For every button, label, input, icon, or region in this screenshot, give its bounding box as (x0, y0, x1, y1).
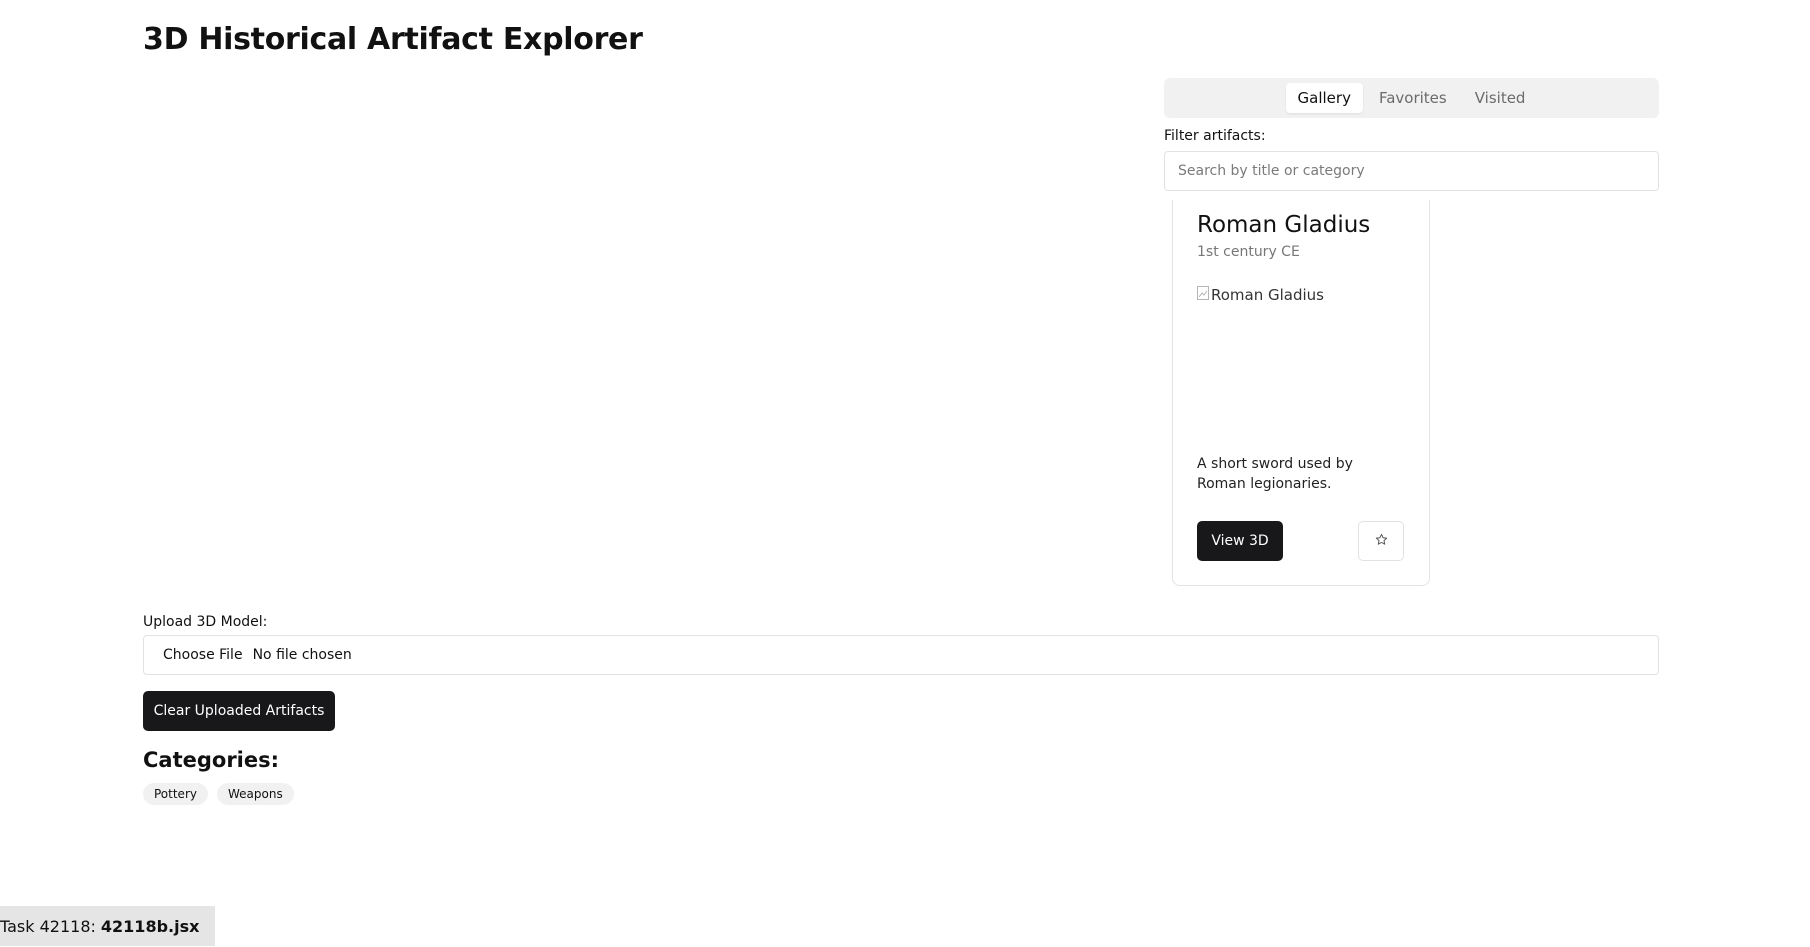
favorite-button[interactable] (1358, 521, 1404, 561)
task-filename: 42118b.jsx (100, 916, 200, 936)
category-list: Pottery Weapons (143, 783, 294, 805)
view-3d-button[interactable]: View 3D (1197, 521, 1283, 561)
upload-label: Upload 3D Model: (143, 614, 268, 630)
star-outline-icon (1375, 533, 1388, 549)
tab-gallery[interactable]: Gallery (1285, 83, 1363, 113)
file-upload-input[interactable]: Choose File No file chosen (143, 635, 1659, 675)
artifact-image: Roman Gladius (1197, 286, 1407, 436)
artifact-title: Roman Gladius (1197, 212, 1371, 238)
artifact-date: 1st century CE (1197, 244, 1300, 260)
task-label: Task 42118: (0, 916, 96, 936)
artifact-card: Roman Gladius 1st century CE Roman Gladi… (1172, 200, 1430, 586)
task-badge: Task 42118: 42118b.jsx (0, 906, 216, 946)
file-status: No file chosen (252, 647, 352, 663)
broken-image-icon (1197, 286, 1209, 300)
filter-label: Filter artifacts: (1164, 128, 1266, 144)
tab-visited[interactable]: Visited (1463, 83, 1538, 113)
artifact-description: A short sword used by Roman legionaries. (1197, 456, 1353, 492)
category-chip-weapons[interactable]: Weapons (216, 783, 294, 805)
filter-input[interactable] (1164, 151, 1659, 191)
tab-favorites[interactable]: Favorites (1367, 83, 1459, 113)
category-chip-pottery[interactable]: Pottery (143, 783, 208, 805)
page-title: 3D Historical Artifact Explorer (143, 22, 643, 57)
clear-uploaded-button[interactable]: Clear Uploaded Artifacts (143, 691, 335, 731)
artifact-image-alt: Roman Gladius (1211, 286, 1324, 304)
view-tabs: Gallery Favorites Visited (1164, 78, 1659, 118)
choose-file-button[interactable]: Choose File (163, 647, 243, 663)
categories-heading: Categories: (143, 748, 280, 772)
